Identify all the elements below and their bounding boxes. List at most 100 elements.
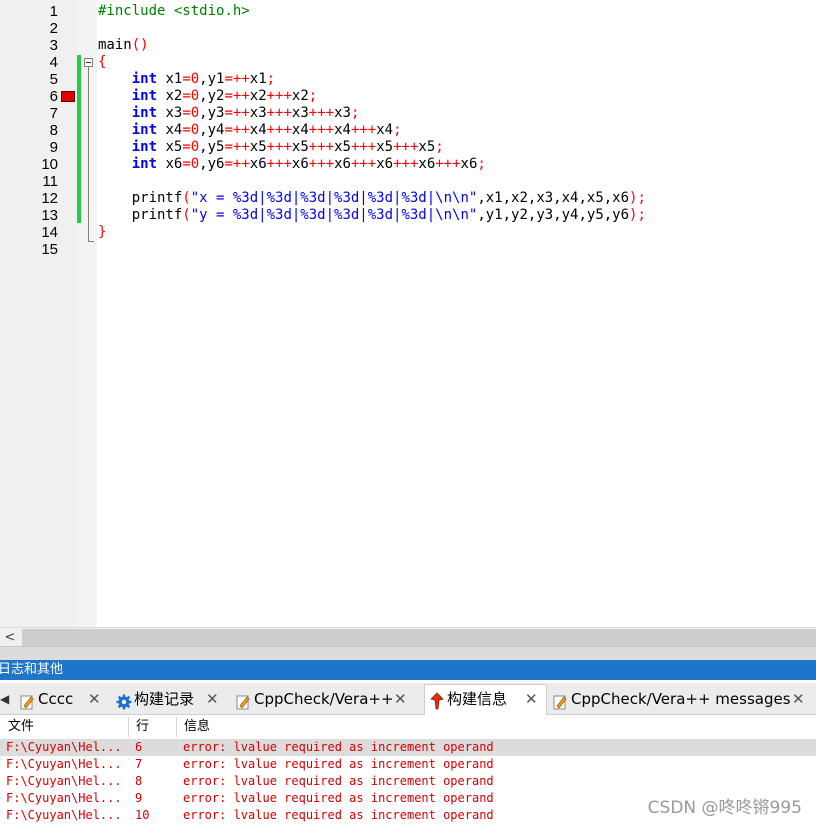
- code-line[interactable]: 5 int x1=0,y1=++x1;: [0, 71, 816, 88]
- message-cell: error: lvalue required as increment oper…: [183, 791, 494, 805]
- column-header[interactable]: 文件: [8, 715, 34, 739]
- code-token: ;: [393, 122, 402, 138]
- code-line[interactable]: 13 printf("y = %3d|%3d|%3d|%3d|%3d|%3d|\…: [0, 207, 816, 224]
- line-number: 14: [41, 224, 58, 241]
- code-token: );: [629, 207, 646, 223]
- code-token: +++: [393, 139, 419, 155]
- pencil-icon: [553, 691, 567, 710]
- close-icon[interactable]: ✕: [88, 685, 101, 713]
- tab-label: Cccc: [38, 690, 74, 708]
- code-token: x3: [157, 105, 183, 121]
- panel-title-text: 日志和其他: [0, 662, 64, 677]
- code-token: ;: [266, 71, 276, 87]
- gear-icon: [116, 691, 132, 710]
- code-line[interactable]: 10 int x6=0,y6=++x6+++x6+++x6+++x6+++x6+…: [0, 156, 816, 173]
- code-line[interactable]: 14}: [0, 224, 816, 241]
- code-token: x5: [376, 139, 394, 155]
- code-token: x2: [291, 88, 309, 104]
- code-token: x3: [334, 105, 351, 121]
- fold-end-mark: [88, 241, 94, 242]
- code-token: main: [98, 37, 132, 53]
- pencil-icon: [236, 691, 250, 710]
- code-token: ;: [308, 88, 318, 104]
- code-line[interactable]: 8 int x4=0,y4=++x4+++x4+++x4+++x4;: [0, 122, 816, 139]
- panel-tab[interactable]: 构建记录 ✕: [112, 685, 228, 713]
- horizontal-scrollbar[interactable]: <: [0, 627, 816, 647]
- code-token: printf: [98, 207, 183, 223]
- code-token: int: [131, 139, 158, 155]
- table-row[interactable]: F:\Cyuyan\Hel... 7 error: lvalue required …: [0, 756, 816, 773]
- code-token: =0: [182, 88, 200, 104]
- fold-collapse-icon[interactable]: [84, 58, 93, 67]
- code-editor[interactable]: 1 #include <stdio.h> 2 3 main() 4{5 int x1=0,…: [0, 0, 816, 627]
- code-token: +++: [266, 139, 292, 155]
- panel-tab[interactable]: Cccc ✕: [16, 685, 106, 713]
- line-number: 15: [41, 241, 58, 258]
- table-row[interactable]: F:\Cyuyan\Hel... 6 error: lvalue required …: [0, 739, 816, 756]
- code-token: =++: [224, 88, 250, 104]
- code-line[interactable]: 9 int x5=0,y5=++x5+++x5+++x5+++x5+++x5;: [0, 139, 816, 156]
- column-divider[interactable]: [128, 717, 129, 737]
- code-token: x5: [334, 139, 351, 155]
- scroll-left-arrow-icon[interactable]: <: [0, 628, 20, 647]
- panel-tab[interactable]: CppCheck/Vera++ ✕: [232, 685, 418, 713]
- code-token: x5: [157, 139, 183, 155]
- code-token: =++: [224, 71, 250, 87]
- file-cell: F:\Cyuyan\Hel...: [6, 740, 122, 754]
- code-token: int: [131, 156, 158, 172]
- message-cell: error: lvalue required as increment oper…: [183, 757, 494, 771]
- message-cell: error: lvalue required as increment oper…: [183, 808, 494, 822]
- code-token: int: [131, 88, 158, 104]
- code-token: =0: [182, 139, 200, 155]
- code-token: +++: [308, 105, 335, 121]
- close-icon[interactable]: ✕: [792, 685, 805, 713]
- code-token: printf: [98, 190, 183, 206]
- code-line[interactable]: 3 main(): [0, 37, 816, 54]
- tab-label: 构建记录: [134, 690, 195, 708]
- tab-scroll-left-icon[interactable]: ◀: [0, 685, 12, 713]
- scrollbar-thumb[interactable]: [22, 629, 816, 646]
- code-text: int x5=0,y5=++x5+++x5+++x5+++x5+++x5;: [98, 139, 444, 156]
- code-line[interactable]: 1 #include <stdio.h>: [0, 3, 816, 20]
- code-line[interactable]: 11: [0, 173, 816, 190]
- code-token: +++: [350, 139, 377, 155]
- code-token: +++: [308, 139, 335, 155]
- code-token: ,y4: [199, 122, 225, 138]
- code-line[interactable]: 4{: [0, 54, 816, 71]
- column-divider[interactable]: [176, 717, 177, 737]
- message-cell: error: lvalue required as increment oper…: [183, 774, 494, 788]
- column-header[interactable]: 信息: [184, 715, 210, 739]
- table-row[interactable]: F:\Cyuyan\Hel... 8 error: lvalue required …: [0, 773, 816, 790]
- code-token: x4: [376, 122, 394, 138]
- code-line[interactable]: 15: [0, 241, 816, 258]
- close-icon[interactable]: ✕: [394, 685, 407, 713]
- close-icon[interactable]: ✕: [525, 685, 538, 713]
- code-line[interactable]: 12 printf("x = %3d|%3d|%3d|%3d|%3d|%3d|\…: [0, 190, 816, 207]
- code-token: =++: [224, 156, 250, 172]
- code-text: int x3=0,y3=++x3+++x3+++x3;: [98, 105, 360, 122]
- code-line[interactable]: 7 int x3=0,y3=++x3+++x3+++x3;: [0, 105, 816, 122]
- code-line[interactable]: 2: [0, 20, 816, 37]
- code-text: printf("x = %3d|%3d|%3d|%3d|%3d|%3d|\n\n…: [98, 190, 646, 207]
- close-icon[interactable]: ✕: [206, 685, 219, 713]
- panel-splitter[interactable]: [0, 646, 816, 661]
- file-cell: F:\Cyuyan\Hel...: [6, 808, 122, 822]
- watermark: CSDN @咚咚锵995: [647, 798, 802, 818]
- line-number: 11: [42, 173, 58, 190]
- code-text: {: [98, 54, 106, 71]
- code-token: int: [131, 122, 158, 138]
- column-header[interactable]: 行: [136, 715, 149, 739]
- panel-tab[interactable]: 构建信息 ✕: [424, 684, 547, 715]
- code-text: int x2=0,y2=++x2+++x2;: [98, 88, 318, 105]
- error-marker-icon[interactable]: [61, 91, 75, 102]
- line-number: 6: [49, 88, 58, 105]
- line-number: 2: [49, 20, 58, 37]
- line-cell: 6: [135, 740, 143, 754]
- line-cell: 9: [135, 791, 143, 805]
- code-token: (: [182, 207, 191, 223]
- code-token: x2: [249, 88, 267, 104]
- code-line[interactable]: 6 int x2=0,y2=++x2+++x2;: [0, 88, 816, 105]
- panel-tab[interactable]: CppCheck/Vera++ messages ✕: [549, 685, 815, 713]
